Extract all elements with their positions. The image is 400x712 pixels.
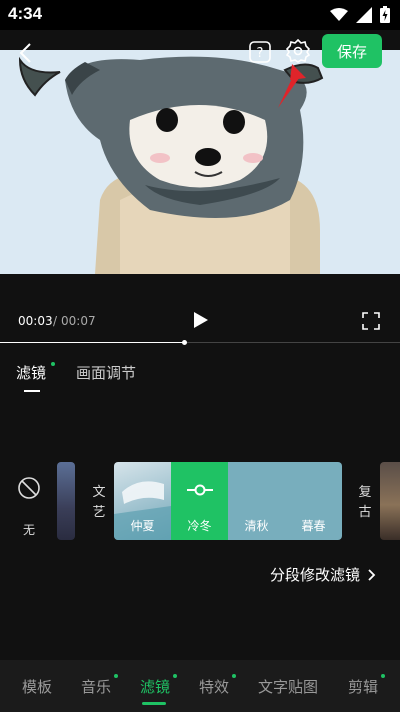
help-button[interactable]: ? <box>248 40 272 64</box>
nav-item-text-sticker[interactable]: 文字贴图 <box>258 676 318 697</box>
nav-item-effects[interactable]: 特效 <box>199 676 229 697</box>
tab-filter[interactable]: 滤镜 <box>16 362 46 383</box>
nav-dot-filter <box>173 674 177 678</box>
filter-label: 仲夏 <box>130 519 155 533</box>
status-time: 4:34 <box>8 4 43 23</box>
tab-filter-dot <box>51 362 55 366</box>
category-label-left: 文艺 <box>92 485 106 520</box>
chevron-left-icon <box>19 43 31 63</box>
top-bar: ? 保存 <box>0 30 400 76</box>
filter-label: 冷冬 <box>187 519 212 533</box>
total-time: 00:07 <box>61 314 96 328</box>
tab-adjust[interactable]: 画面调节 <box>76 362 136 383</box>
svg-text:?: ? <box>257 46 264 61</box>
status-icons <box>330 6 390 23</box>
fullscreen-icon <box>362 312 380 330</box>
question-icon: ? <box>249 41 271 63</box>
nav-dot-music <box>114 674 118 678</box>
segment-filter-link[interactable]: 分段修改滤镜 <box>270 564 376 585</box>
gear-icon <box>285 38 311 63</box>
nav-item-template[interactable]: 模板 <box>22 676 52 697</box>
save-button[interactable]: 保存 <box>322 34 382 68</box>
time-separator: / <box>53 314 58 328</box>
segment-filter-label: 分段修改滤镜 <box>270 566 361 584</box>
signal-icon <box>356 6 372 23</box>
wifi-icon <box>330 7 348 21</box>
filter-card-spring[interactable]: 暮春 <box>285 462 342 540</box>
chevron-right-icon <box>368 568 376 581</box>
filter-label: 清秋 <box>244 519 269 533</box>
filter-thumb-prev[interactable] <box>57 462 75 540</box>
preview-image <box>0 50 400 274</box>
progress-track[interactable] <box>0 340 400 345</box>
nav-dot-effects <box>232 674 236 678</box>
settings-button[interactable] <box>285 38 311 64</box>
status-bar: 4:34 <box>0 0 400 30</box>
nav-item-filter[interactable]: 滤镜 <box>140 676 170 697</box>
video-preview[interactable] <box>0 50 400 274</box>
filter-card-winter[interactable]: 冷冬 <box>171 462 228 540</box>
tab-underline <box>24 390 40 392</box>
fullscreen-button[interactable] <box>361 311 381 331</box>
nav-item-music[interactable]: 音乐 <box>81 676 111 697</box>
category-label-right: 复古 <box>358 485 372 520</box>
nav-dot-edit <box>381 674 385 678</box>
filter-label: 暮春 <box>301 519 326 533</box>
play-button[interactable] <box>190 310 210 330</box>
filter-card-autumn[interactable]: 清秋 <box>228 462 285 540</box>
playback-bar: 00:03 / 00:07 <box>0 296 400 346</box>
slider-icon <box>187 484 213 496</box>
bottom-nav: 模板 音乐 滤镜 特效 文字贴图 剪辑 <box>0 660 400 712</box>
nav-active-underline <box>142 702 166 705</box>
filter-thumb-next[interactable] <box>380 462 400 540</box>
current-time: 00:03 <box>18 314 53 328</box>
play-icon <box>194 312 208 328</box>
battery-icon <box>380 6 390 23</box>
back-button[interactable] <box>12 38 38 68</box>
nav-item-edit[interactable]: 剪辑 <box>348 676 378 697</box>
progress-knob[interactable] <box>182 340 187 345</box>
progress-fill <box>0 342 184 343</box>
no-filter-icon[interactable] <box>17 476 41 500</box>
no-filter-label: 无 <box>23 523 36 537</box>
filter-card-summer[interactable]: 仲夏 <box>114 462 171 540</box>
